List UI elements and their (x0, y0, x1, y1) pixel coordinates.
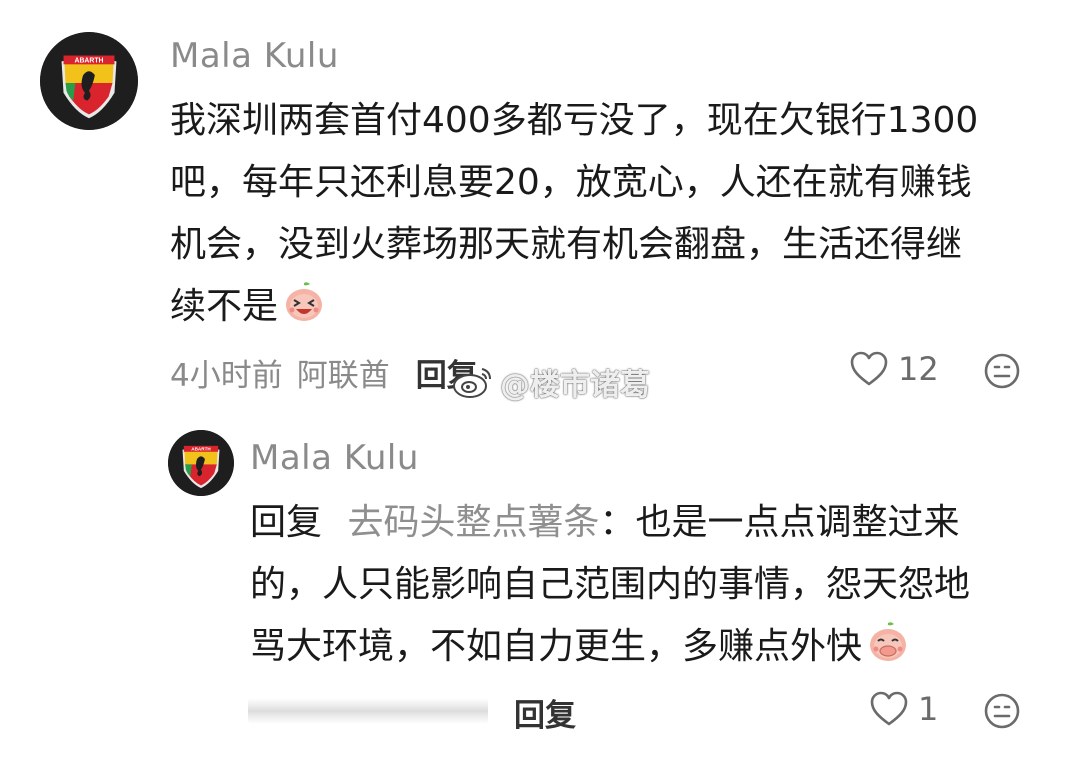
user-avatar[interactable]: ABARTH (40, 32, 138, 130)
comment-location: 阿联酋 (296, 358, 390, 394)
like-count: 1 (918, 690, 939, 728)
reply-username[interactable]: Mala Kulu (250, 438, 419, 478)
reply-meta: 回复 (514, 690, 576, 735)
comment-meta: 4小时前 阿联酋 回复 (170, 350, 478, 395)
like-button[interactable]: 12 (850, 350, 939, 388)
comment-line: 吧，每年只还利息要20，放宽心，人还在就有赚钱 (170, 162, 972, 203)
reply-line: 的，人只能影响自己范围内的事情，怨天怨地 (250, 564, 971, 605)
reply-body: 回复 去码头整点薯条：也是一点点调整过来 的，人只能影响自己范围内的事情，怨天怨… (250, 492, 1040, 684)
like-button[interactable]: 1 (870, 690, 938, 728)
comment-body: 我深圳两套首付400多都亏没了，现在欠银行1300 吧，每年只还利息要20，放宽… (170, 90, 1030, 344)
reply-line-text: 骂大环境，不如自力更生，多赚点外快 (250, 626, 863, 667)
reply-colon: ： (599, 502, 636, 543)
smiley-reaction-icon[interactable] (984, 353, 1020, 393)
comment-time: 4小时前 (170, 358, 283, 394)
reply-line-last: 骂大环境，不如自力更生，多赚点外快 (250, 616, 1040, 684)
comment-line: 我深圳两套首付400多都亏没了，现在欠银行1300 (170, 100, 979, 141)
like-count: 12 (898, 350, 939, 388)
weibo-logo-icon (453, 368, 491, 398)
heart-outline-icon (870, 691, 908, 726)
heart-outline-icon (850, 351, 888, 386)
reply-line-text: 也是一点点调整过来 (635, 502, 960, 543)
comment-line: 机会，没到火葬场那天就有机会翻盘，生活还得继 (170, 224, 963, 265)
laughing-peach-emoji (282, 280, 326, 344)
reply-prefix: 回复 (250, 502, 323, 543)
blurred-meta-info (248, 698, 488, 724)
comment-line-last: 续不是 (170, 276, 1030, 344)
reply-target-user[interactable]: 去码头整点薯条 (347, 502, 599, 543)
reply-button[interactable]: 回复 (514, 690, 576, 735)
svg-text:ABARTH: ABARTH (75, 57, 104, 64)
comment-username[interactable]: Mala Kulu (170, 36, 339, 76)
peach-covering-mouth-emoji (866, 620, 910, 684)
svg-text:ABARTH: ABARTH (191, 446, 211, 451)
comment-line: 续不是 (170, 286, 279, 327)
watermark-text: @楼市诸葛 (500, 368, 650, 403)
abarth-badge-icon: ABARTH (40, 32, 138, 130)
abarth-badge-icon: ABARTH (168, 430, 234, 496)
smiley-reaction-icon[interactable] (984, 693, 1020, 733)
reply-line: 回复 去码头整点薯条：也是一点点调整过来 (250, 492, 1040, 554)
reply-user-avatar[interactable]: ABARTH (168, 430, 234, 496)
comment-thread: ABARTH Mala Kulu 我深圳两套首付400多都亏没了，现在欠银行13… (0, 0, 1080, 759)
watermark: @楼市诸葛 (452, 360, 650, 404)
